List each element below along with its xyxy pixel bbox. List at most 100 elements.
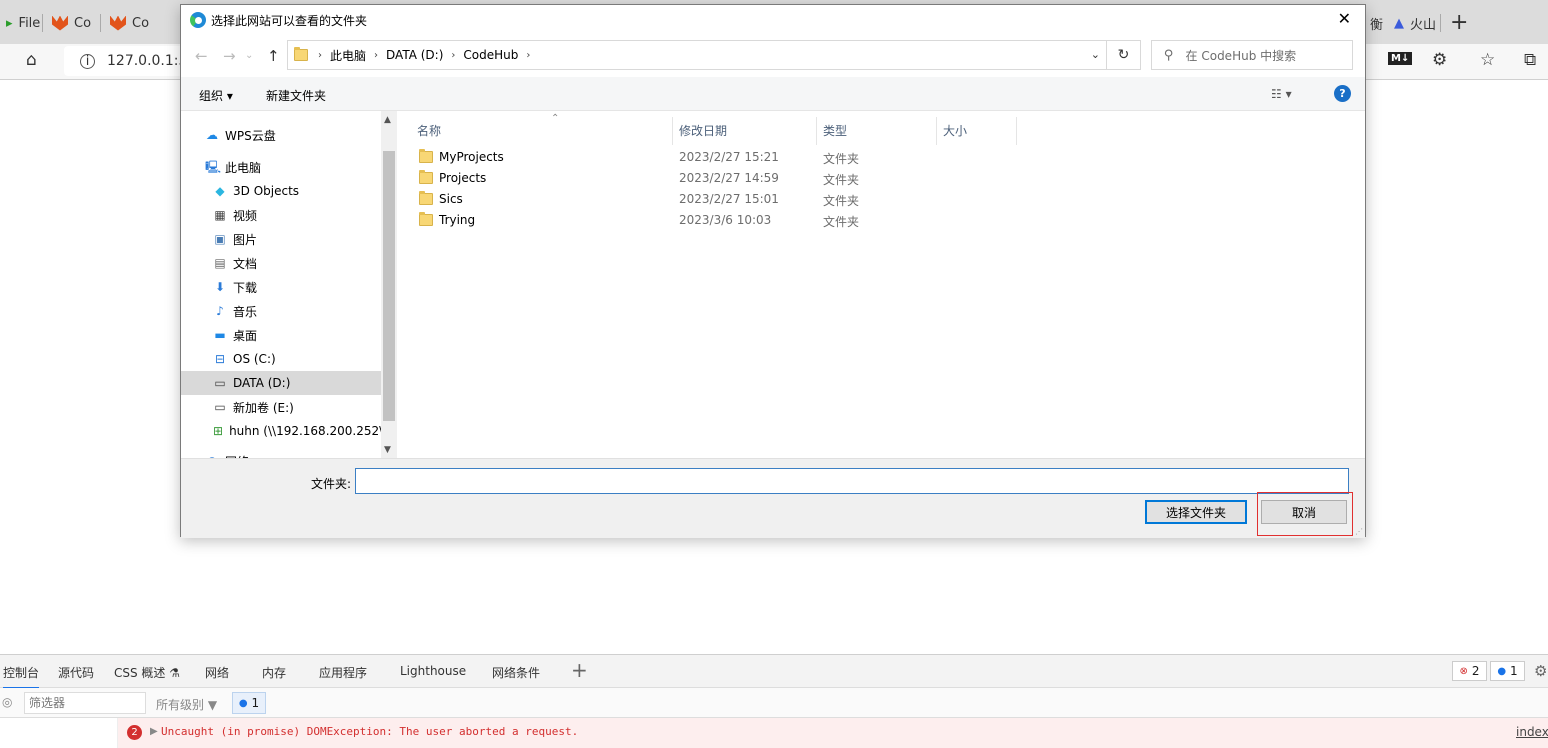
- scroll-down-icon[interactable]: ▼: [384, 445, 391, 455]
- resize-grip-icon[interactable]: ⋰: [1355, 527, 1363, 536]
- browser-tab-gitlab-2[interactable]: Co: [104, 8, 160, 38]
- tab-css-overview[interactable]: CSS 概述 ⚗: [114, 664, 180, 681]
- info-count: 1: [1510, 664, 1518, 678]
- nav-item-pictures[interactable]: ▣ 图片: [181, 227, 381, 251]
- new-folder-button[interactable]: 新建文件夹: [266, 87, 326, 104]
- add-tab-button[interactable]: +: [571, 658, 588, 682]
- chevron-right-icon[interactable]: ›: [374, 50, 378, 61]
- breadcrumb-item[interactable]: 此电脑: [330, 47, 366, 64]
- info-counter[interactable]: ● 1: [1490, 661, 1525, 681]
- error-message: Uncaught (in promise) DOMException: The …: [161, 725, 579, 738]
- chevron-right-icon[interactable]: ›: [318, 50, 322, 61]
- recent-dropdown-icon[interactable]: ⌄: [245, 50, 253, 61]
- console-error-row[interactable]: 2 ▶ Uncaught (in promise) DOMException: …: [0, 718, 1548, 748]
- home-icon[interactable]: ⌂: [26, 50, 37, 70]
- browser-tab-huoshan[interactable]: ▲ 火山: [1388, 8, 1438, 38]
- file-row[interactable]: Trying 2023/3/6 10:03 文件夹: [417, 210, 1357, 231]
- column-header-type[interactable]: 类型: [817, 117, 937, 145]
- collections-icon[interactable]: ⧉: [1524, 50, 1536, 70]
- nav-scrollbar[interactable]: ▲ ▼: [381, 111, 397, 458]
- extensions-icon[interactable]: ⚙: [1432, 50, 1447, 70]
- file-date: 2023/2/27 15:01: [679, 192, 779, 206]
- refresh-icon[interactable]: ↻: [1106, 41, 1140, 69]
- tab-console[interactable]: 控制台: [3, 664, 40, 689]
- nav-item-3d-objects[interactable]: ◆ 3D Objects: [181, 179, 381, 203]
- issues-badge[interactable]: ● 1: [232, 692, 266, 714]
- nav-item-label: OS (C:): [233, 352, 276, 366]
- breadcrumb-item[interactable]: DATA (D:): [386, 48, 443, 62]
- search-input[interactable]: ⚲ 在 CodeHub 中搜索: [1151, 40, 1353, 70]
- back-arrow-icon[interactable]: ←: [195, 47, 208, 65]
- tab-network[interactable]: 网络: [205, 664, 229, 681]
- select-folder-button[interactable]: 选择文件夹: [1145, 500, 1247, 524]
- desktop-icon: ▬: [214, 328, 226, 342]
- error-counter[interactable]: ⊗ 2: [1452, 661, 1487, 681]
- tab-memory[interactable]: 内存: [262, 664, 286, 681]
- nav-item-label: 下载: [233, 280, 258, 295]
- chevron-right-icon[interactable]: ›: [526, 50, 530, 61]
- tab-lighthouse[interactable]: Lighthouse: [400, 664, 466, 678]
- nav-item-music[interactable]: ♪ 音乐: [181, 299, 381, 323]
- help-icon[interactable]: ?: [1334, 85, 1351, 102]
- tab-application[interactable]: 应用程序: [319, 664, 367, 681]
- tab-label: Co: [132, 15, 150, 31]
- scrollbar-thumb[interactable]: [383, 151, 395, 421]
- nav-item-network[interactable]: ⊕ 网络: [181, 449, 381, 458]
- file-row[interactable]: Sics 2023/2/27 15:01 文件夹: [417, 189, 1357, 210]
- forward-arrow-icon[interactable]: →: [223, 47, 236, 65]
- folder-icon: [294, 47, 308, 61]
- new-tab-button[interactable]: +: [1450, 10, 1468, 35]
- nav-item-desktop[interactable]: ▬ 桌面: [181, 323, 381, 347]
- column-header-size[interactable]: 大小: [937, 117, 1017, 145]
- edge-icon: [190, 12, 206, 28]
- up-arrow-icon[interactable]: ↑: [267, 47, 280, 65]
- column-header-date[interactable]: 修改日期: [673, 117, 817, 145]
- view-options-icon[interactable]: ☷ ▾: [1271, 87, 1292, 101]
- tab-network-conditions[interactable]: 网络条件: [492, 664, 540, 681]
- info-icon[interactable]: i: [80, 53, 95, 69]
- nav-item-downloads[interactable]: ⬇ 下载: [181, 275, 381, 299]
- console-filter-input[interactable]: [24, 692, 146, 714]
- folder-icon: [419, 212, 433, 226]
- favorites-icon[interactable]: ☆: [1480, 50, 1495, 70]
- folder-icon: [419, 191, 433, 205]
- file-row[interactable]: MyProjects 2023/2/27 15:21 文件夹: [417, 147, 1357, 168]
- dialog-title: 选择此网站可以查看的文件夹: [211, 14, 368, 28]
- nav-item-this-pc[interactable]: 🖳 此电脑: [181, 155, 381, 179]
- folder-name-input[interactable]: [355, 468, 1349, 494]
- close-icon[interactable]: ✕: [1338, 9, 1351, 28]
- tab-sources[interactable]: 源代码: [58, 664, 94, 681]
- highlight-outline: [1257, 492, 1353, 536]
- organize-button[interactable]: 组织 ▾: [199, 87, 233, 104]
- nav-item-wps-cloud[interactable]: ☁ WPS云盘: [181, 123, 381, 147]
- nav-item-network-drive[interactable]: ⊞ huhn (\\192.168.200.252\s: [181, 419, 381, 443]
- expand-triangle-icon[interactable]: ▶: [150, 726, 158, 737]
- chevron-right-icon[interactable]: ›: [451, 50, 455, 61]
- markdown-extension-icon[interactable]: M↓: [1388, 52, 1413, 65]
- breadcrumb-item[interactable]: CodeHub: [463, 48, 518, 62]
- nav-item-os-c[interactable]: ⊟ OS (C:): [181, 347, 381, 371]
- nav-item-documents[interactable]: ▤ 文档: [181, 251, 381, 275]
- log-levels-dropdown[interactable]: 所有级别 ▼: [156, 696, 217, 713]
- nav-item-label: DATA (D:): [233, 376, 291, 390]
- nav-item-videos[interactable]: ▦ 视频: [181, 203, 381, 227]
- error-source-link[interactable]: index: [1516, 725, 1548, 739]
- file-row[interactable]: Projects 2023/2/27 14:59 文件夹: [417, 168, 1357, 189]
- nav-item-data-d[interactable]: ▭ DATA (D:): [181, 371, 381, 395]
- scroll-up-icon[interactable]: ▲: [384, 115, 391, 125]
- nav-item-new-volume-e[interactable]: ▭ 新加卷 (E:): [181, 395, 381, 419]
- browser-tab-gitlab-1[interactable]: Co: [46, 8, 98, 38]
- settings-gear-icon[interactable]: ⚙: [1534, 662, 1547, 680]
- chevron-down-icon[interactable]: ⌄: [1091, 48, 1100, 61]
- column-label: 修改日期: [679, 124, 728, 138]
- browser-tab-partial[interactable]: 衡: [1364, 8, 1386, 38]
- eye-icon[interactable]: ◎: [2, 695, 12, 709]
- nav-item-label: WPS云盘: [225, 128, 276, 143]
- gitlab-icon: [52, 15, 68, 31]
- nav-item-label: 视频: [233, 208, 258, 223]
- video-icon: ▦: [214, 208, 226, 222]
- browser-tab-file[interactable]: ▸ File: [0, 8, 40, 38]
- error-icon: ⊗: [1459, 665, 1468, 677]
- breadcrumb[interactable]: › 此电脑 › DATA (D:) › CodeHub › ⌄ ↻: [287, 40, 1141, 70]
- column-header-name[interactable]: ⌃ 名称: [411, 113, 673, 145]
